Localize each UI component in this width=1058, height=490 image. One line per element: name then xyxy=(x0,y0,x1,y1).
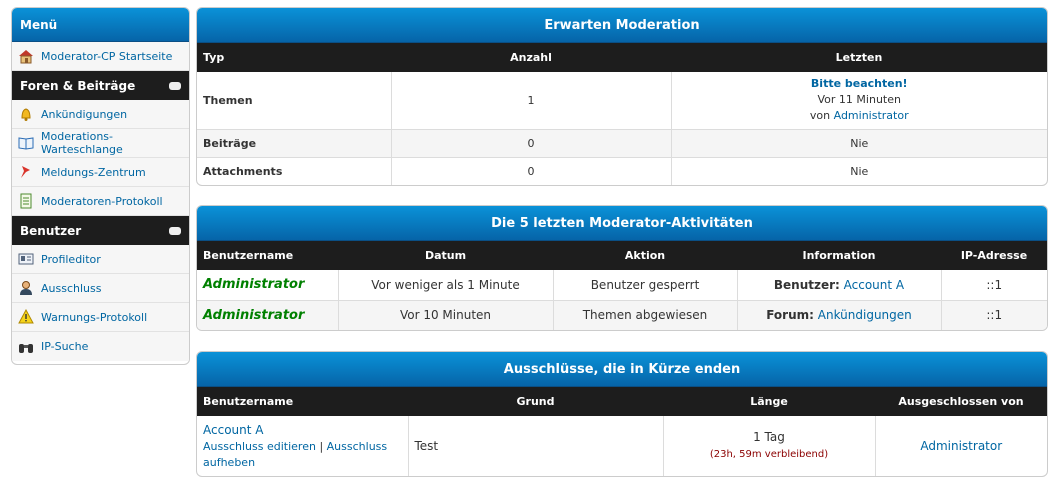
date-cell: Vor 10 Minuten xyxy=(338,300,554,330)
awaiting-moderation-panel: Erwarten Moderation Typ Anzahl Letzten T… xyxy=(196,7,1048,186)
type-cell: Attachments xyxy=(197,157,392,185)
sidebar-item-ban[interactable]: Ausschluss xyxy=(12,274,189,303)
sidebar-item-label[interactable]: Profileditor xyxy=(41,253,101,266)
binoculars-icon xyxy=(18,339,34,355)
sidebar-item-modcp-home[interactable]: Moderator-CP Startseite xyxy=(12,42,189,71)
pin-icon xyxy=(18,164,34,180)
collapse-icon[interactable] xyxy=(169,81,181,90)
reason-cell: Test xyxy=(408,416,664,476)
banned-by-link[interactable]: Administrator xyxy=(920,439,1002,453)
col-header-type: Typ xyxy=(197,43,391,72)
col-header-banned-by: Ausgeschlossen von xyxy=(875,387,1047,416)
sidebar-item-label[interactable]: Moderatoren-Protokoll xyxy=(41,195,163,208)
sidebar-section-forums[interactable]: Foren & Beiträge xyxy=(12,71,189,100)
table-row: Administrator Vor 10 Minuten Themen abge… xyxy=(197,300,1047,330)
bell-icon xyxy=(18,106,34,122)
sidebar-item-label[interactable]: Moderator-CP Startseite xyxy=(41,50,172,63)
action-cell: Benutzer gesperrt xyxy=(553,270,738,301)
notepad-icon xyxy=(18,193,34,209)
last-cell: Nie xyxy=(850,164,869,178)
collapse-icon[interactable] xyxy=(169,226,181,235)
count-cell: 0 xyxy=(391,157,672,185)
sidebar-item-label[interactable]: IP-Suche xyxy=(41,340,88,353)
last-cell: Nie xyxy=(671,129,1047,158)
section-label: Benutzer xyxy=(20,223,82,238)
banned-user-link[interactable]: Account A xyxy=(203,423,263,437)
info-label: Forum: xyxy=(766,308,814,323)
last-by-prefix: von xyxy=(809,109,831,123)
sidebar-item-label[interactable]: Warnungs-Protokoll xyxy=(41,311,147,324)
house-icon xyxy=(18,48,34,64)
separator: | xyxy=(319,439,324,453)
action-cell: Themen abgewiesen xyxy=(553,300,738,330)
col-header-username: Benutzername xyxy=(197,241,338,270)
moderator-activity-panel: Die 5 letzten Moderator-Aktivitäten Benu… xyxy=(196,205,1048,331)
info-cell: Benutzer: Account A xyxy=(737,270,942,301)
col-header-count: Anzahl xyxy=(391,43,671,72)
table-row: Attachments 0 Nie xyxy=(197,157,1047,185)
sidebar-section-users[interactable]: Benutzer xyxy=(12,216,189,245)
edit-ban-link[interactable]: Ausschluss editieren xyxy=(203,440,316,453)
col-header-username: Benutzername xyxy=(197,387,408,416)
col-header-action: Aktion xyxy=(553,241,737,270)
user-icon xyxy=(18,280,34,296)
id-card-icon xyxy=(18,251,34,267)
info-link[interactable]: Account A xyxy=(844,278,904,292)
info-link[interactable]: Ankündigungen xyxy=(818,308,912,322)
type-cell: Themen xyxy=(197,72,392,130)
panel-title: Die 5 letzten Moderator-Aktivitäten xyxy=(197,206,1047,241)
panel-title: Erwarten Moderation xyxy=(197,8,1047,43)
type-cell: Beiträge xyxy=(197,129,392,158)
info-cell: Forum: Ankündigungen xyxy=(737,300,942,330)
col-header-length: Länge xyxy=(663,387,875,416)
table-row: Administrator Vor weniger als 1 Minute B… xyxy=(197,270,1047,301)
user-cell: Account A Ausschluss editieren | Ausschl… xyxy=(197,416,409,476)
sidebar-item-moderation-queue[interactable]: Moderations-Warteschlange xyxy=(12,129,189,158)
col-header-reason: Grund xyxy=(408,387,663,416)
sidebar-menu: Menü Moderator-CP Startseite Foren & Bei… xyxy=(11,7,190,365)
book-icon xyxy=(18,135,34,151)
bans-ending-panel: Ausschlüsse, die in Kürze enden Benutzer… xyxy=(196,351,1048,477)
length-cell: 1 Tag (23h, 59m verbleibend) xyxy=(663,416,876,476)
last-by-user-link[interactable]: Administrator xyxy=(834,109,909,122)
sidebar-item-ip-search[interactable]: IP-Suche xyxy=(12,332,189,361)
count-cell: 0 xyxy=(391,129,672,158)
sidebar-item-label[interactable]: Ausschluss xyxy=(41,282,101,295)
username-link[interactable]: Administrator xyxy=(203,277,304,292)
sidebar-title: Menü xyxy=(12,8,189,42)
last-thread-link[interactable]: Bitte beachten! xyxy=(811,77,908,90)
info-label: Benutzer: xyxy=(773,277,840,292)
col-header-last: Letzten xyxy=(671,43,1047,72)
panel-title: Ausschlüsse, die in Kürze enden xyxy=(197,352,1047,387)
count-cell: 1 xyxy=(391,72,672,130)
last-cell: Bitte beachten! Vor 11 Minuten von Admin… xyxy=(671,72,1047,130)
table-row: Themen 1 Bitte beachten! Vor 11 Minuten … xyxy=(197,72,1047,130)
sidebar-item-announcements[interactable]: Ankündigungen xyxy=(12,100,189,129)
sidebar-item-report-center[interactable]: Meldungs-Zentrum xyxy=(12,158,189,187)
sidebar-item-profile-editor[interactable]: Profileditor xyxy=(12,245,189,274)
section-label: Foren & Beiträge xyxy=(20,78,136,93)
activity-table: Benutzername Datum Aktion Information IP… xyxy=(197,241,1047,330)
sidebar-item-moderator-log[interactable]: Moderatoren-Protokoll xyxy=(12,187,189,216)
ip-cell: ::1 xyxy=(941,300,1047,330)
table-row: Account A Ausschluss editieren | Ausschl… xyxy=(197,416,1047,476)
warning-icon xyxy=(18,309,34,325)
col-header-information: Information xyxy=(737,241,941,270)
moderation-table: Typ Anzahl Letzten Themen 1 Bitte beacht… xyxy=(197,43,1047,185)
ip-cell: ::1 xyxy=(941,270,1047,301)
col-header-ip: IP-Adresse xyxy=(941,241,1047,270)
sidebar-item-warning-log[interactable]: Warnungs-Protokoll xyxy=(12,303,189,332)
col-header-date: Datum xyxy=(338,241,553,270)
sidebar-item-label[interactable]: Meldungs-Zentrum xyxy=(41,166,146,179)
username-link[interactable]: Administrator xyxy=(203,308,304,323)
date-cell: Vor weniger als 1 Minute xyxy=(338,270,554,301)
table-row: Beiträge 0 Nie xyxy=(197,129,1047,158)
length-value: 1 Tag xyxy=(753,430,785,444)
banned-by-cell: Administrator xyxy=(875,416,1047,476)
last-time: Vor 11 Minuten xyxy=(817,93,901,107)
remaining-time: (23h, 59m verbleibend) xyxy=(709,449,829,460)
sidebar-item-label[interactable]: Moderations-Warteschlange xyxy=(41,130,189,156)
sidebar-item-label[interactable]: Ankündigungen xyxy=(41,108,127,121)
bans-table: Benutzername Grund Länge Ausgeschlossen … xyxy=(197,387,1047,476)
